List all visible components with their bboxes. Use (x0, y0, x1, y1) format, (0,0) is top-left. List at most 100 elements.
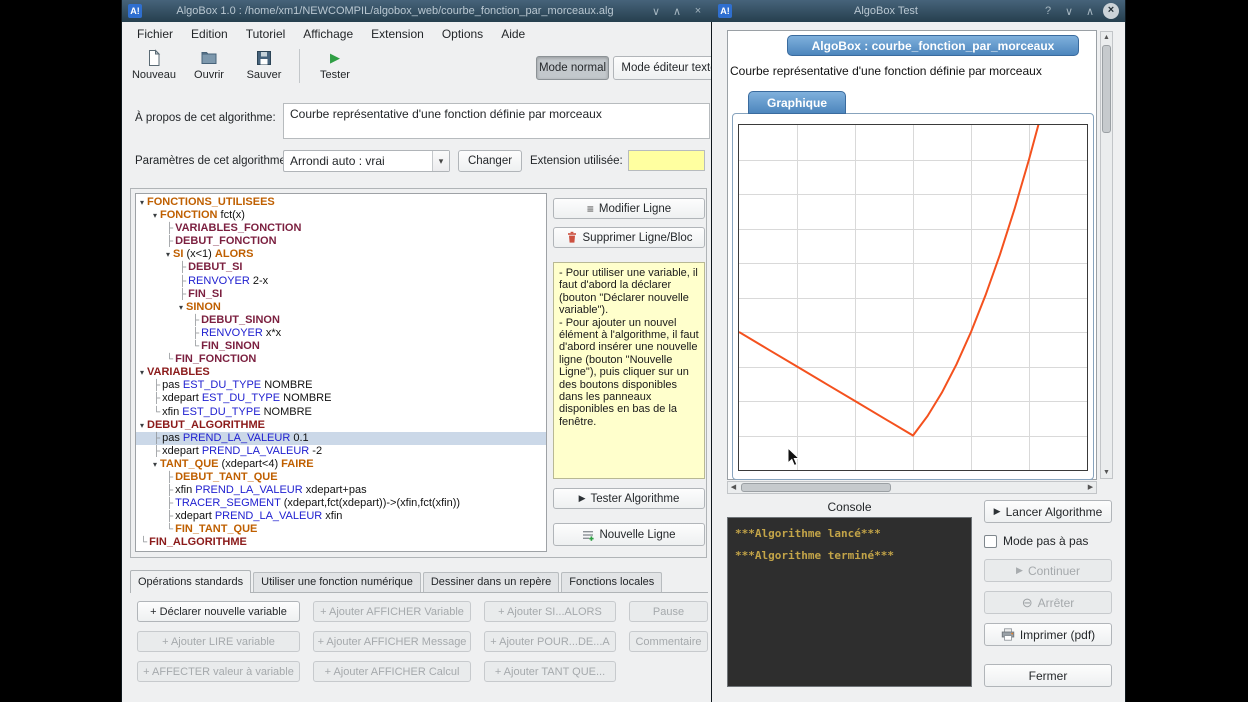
menu-edition[interactable]: Edition (182, 27, 237, 41)
maximize-button[interactable]: ∧ (1082, 5, 1098, 18)
tester-button[interactable]: ▶ Tester (311, 47, 359, 87)
nouveau-button[interactable]: Nouveau (130, 47, 178, 87)
tree-line[interactable]: └FIN_ALGORITHME (136, 536, 546, 549)
changer-button[interactable]: Changer (458, 150, 522, 172)
tree-line[interactable]: ▾SI (x<1) ALORS (136, 248, 546, 261)
help-button[interactable]: ? (1040, 5, 1056, 17)
mode-normal-button[interactable]: Mode normal (536, 56, 609, 80)
tree-line[interactable]: └xfin EST_DU_TYPE NOMBRE (136, 406, 546, 419)
menu-tutoriel[interactable]: Tutoriel (237, 27, 295, 41)
about-input[interactable]: Courbe représentative d'une fonction déf… (283, 103, 710, 139)
fermer-button[interactable]: Fermer (984, 664, 1112, 687)
ajouter-lire-variable-button[interactable]: + Ajouter LIRE variable (137, 631, 300, 652)
tree-token: (xdepart<4) (222, 458, 282, 470)
declarer-nouvelle-variable-button[interactable]: + Déclarer nouvelle variable (137, 601, 300, 622)
tree-line[interactable]: ▾FONCTION fct(x) (136, 209, 546, 222)
sauver-button[interactable]: Sauver (240, 47, 288, 87)
scroll-left-icon[interactable]: ◀ (728, 482, 739, 493)
tree-line[interactable]: ├pas PREND_LA_VALEUR 0.1 (136, 432, 546, 445)
minimize-button[interactable]: ∨ (648, 5, 664, 18)
tree-line[interactable]: └FIN_FONCTION (136, 353, 546, 366)
stop-icon: ⊖ (1022, 596, 1033, 609)
tree-line[interactable]: ├RENVOYER x*x (136, 327, 546, 340)
ajouter-tant-que-button[interactable]: + Ajouter TANT QUE... (484, 661, 616, 682)
ajouter-afficher-calcul-button[interactable]: + Ajouter AFFICHER Calcul (313, 661, 471, 682)
tree-line[interactable]: ▾VARIABLES (136, 366, 546, 379)
console-label: Console (727, 500, 972, 514)
menu-extension[interactable]: Extension (362, 27, 433, 41)
vertical-scrollbar-thumb[interactable] (1102, 45, 1111, 133)
extension-input[interactable] (628, 150, 705, 171)
menu-options[interactable]: Options (433, 27, 492, 41)
expand-arrow-icon[interactable]: ▾ (140, 368, 144, 377)
tree-line[interactable]: ├VARIABLES_FONCTION (136, 222, 546, 235)
tab-dessiner-dans-un-repere[interactable]: Dessiner dans un repère (423, 572, 559, 592)
tree-line[interactable]: ▾DEBUT_ALGORITHME (136, 419, 546, 432)
commentaire-button[interactable]: Commentaire (629, 631, 708, 652)
scroll-right-icon[interactable]: ▶ (1085, 482, 1096, 493)
mode-pas-a-pas-checkbox[interactable] (984, 535, 997, 548)
tree-line[interactable]: ├xfin PREND_LA_VALEUR xdepart+pas (136, 484, 546, 497)
tab-operations-standards[interactable]: Opérations standards (130, 570, 251, 593)
lancer-algorithme-button[interactable]: ▶ Lancer Algorithme (984, 500, 1112, 523)
desktop: A! AlgoBox 1.0 : /home/xm1/NEWCOMPIL/alg… (0, 0, 1248, 702)
tree-line[interactable]: ├RENVOYER 2-x (136, 275, 546, 288)
tree-token: NOMBRE (264, 406, 312, 418)
tab-utiliser-une-fonction-numerique[interactable]: Utiliser une fonction numérique (253, 572, 421, 592)
tree-line[interactable]: ├DEBUT_SI (136, 261, 546, 274)
tree-line[interactable]: ├DEBUT_TANT_QUE (136, 471, 546, 484)
expand-arrow-icon[interactable]: ▾ (140, 421, 144, 430)
tree-token: NOMBRE (264, 379, 312, 391)
horizontal-scrollbar[interactable]: ◀ ▶ (727, 481, 1097, 494)
expand-arrow-icon[interactable]: ▾ (179, 303, 183, 312)
tree-line[interactable]: ├xdepart EST_DU_TYPE NOMBRE (136, 392, 546, 405)
tree-line[interactable]: ├DEBUT_FONCTION (136, 235, 546, 248)
menu-fichier[interactable]: Fichier (128, 27, 182, 41)
modifier-ligne-button[interactable]: ≡ Modifier Ligne (553, 198, 705, 219)
maximize-button[interactable]: ∧ (669, 5, 685, 18)
tab-fonctions-locales[interactable]: Fonctions locales (561, 572, 662, 592)
tree-line[interactable]: ├xdepart PREND_LA_VALEUR -2 (136, 445, 546, 458)
menu-aide[interactable]: Aide (492, 27, 534, 41)
tree-line[interactable]: └FIN_TANT_QUE (136, 523, 546, 536)
nouvelle-ligne-button[interactable]: Nouvelle Ligne (553, 523, 705, 546)
ajouter-afficher-message-button[interactable]: + Ajouter AFFICHER Message (313, 631, 471, 652)
tree-line[interactable]: ▾FONCTIONS_UTILISEES (136, 196, 546, 209)
ouvrir-button[interactable]: Ouvrir (185, 47, 233, 87)
ajouter-pour-de-a-button[interactable]: + Ajouter POUR...DE...A (484, 631, 616, 652)
tree-line[interactable]: ├xdepart PREND_LA_VALEUR xfin (136, 510, 546, 523)
continuer-button[interactable]: ▶ Continuer (984, 559, 1112, 582)
tree-line[interactable]: ├DEBUT_SINON (136, 314, 546, 327)
tab-graphique[interactable]: Graphique (748, 91, 846, 114)
nouveau-label: Nouveau (132, 69, 176, 81)
tree-connector: ├ (166, 498, 173, 509)
menu-affichage[interactable]: Affichage (294, 27, 362, 41)
imprimer-pdf-button[interactable]: Imprimer (pdf) (984, 623, 1112, 646)
ajouter-afficher-variable-button[interactable]: + Ajouter AFFICHER Variable (313, 601, 471, 622)
arreter-button[interactable]: ⊖ Arrêter (984, 591, 1112, 614)
pause-button[interactable]: Pause (629, 601, 708, 622)
tester-algorithme-button[interactable]: ▶ Tester Algorithme (553, 488, 705, 509)
expand-arrow-icon[interactable]: ▾ (140, 198, 144, 207)
tree-line[interactable]: ▾SINON (136, 301, 546, 314)
close-button[interactable]: × (1103, 3, 1119, 19)
affecter-valeur-a-variable-button[interactable]: + AFFECTER valeur à variable (137, 661, 300, 682)
expand-arrow-icon[interactable]: ▾ (153, 460, 157, 469)
tree-line[interactable]: ▾TANT_QUE (xdepart<4) FAIRE (136, 458, 546, 471)
scroll-down-icon[interactable]: ▼ (1101, 467, 1112, 478)
scroll-up-icon[interactable]: ▲ (1101, 32, 1112, 43)
ajouter-si-alors-button[interactable]: + Ajouter SI...ALORS (484, 601, 616, 622)
tree-line[interactable]: ├TRACER_SEGMENT (xdepart,fct(xdepart))->… (136, 497, 546, 510)
tree-line[interactable]: └FIN_SINON (136, 340, 546, 353)
tree-line[interactable]: ├pas EST_DU_TYPE NOMBRE (136, 379, 546, 392)
supprimer-ligne-button[interactable]: Supprimer Ligne/Bloc (553, 227, 705, 248)
arrondi-combo[interactable]: Arrondi auto : vrai ▾ (283, 150, 450, 172)
mode-editeur-texte-button[interactable]: Mode éditeur texte (613, 56, 712, 80)
minimize-button[interactable]: ∨ (1061, 5, 1077, 18)
tree-line[interactable]: ├FIN_SI (136, 288, 546, 301)
close-button[interactable]: × (690, 5, 706, 17)
vertical-scrollbar[interactable]: ▲ ▼ (1100, 31, 1113, 479)
expand-arrow-icon[interactable]: ▾ (166, 250, 170, 259)
expand-arrow-icon[interactable]: ▾ (153, 211, 157, 220)
horizontal-scrollbar-thumb[interactable] (741, 483, 891, 492)
